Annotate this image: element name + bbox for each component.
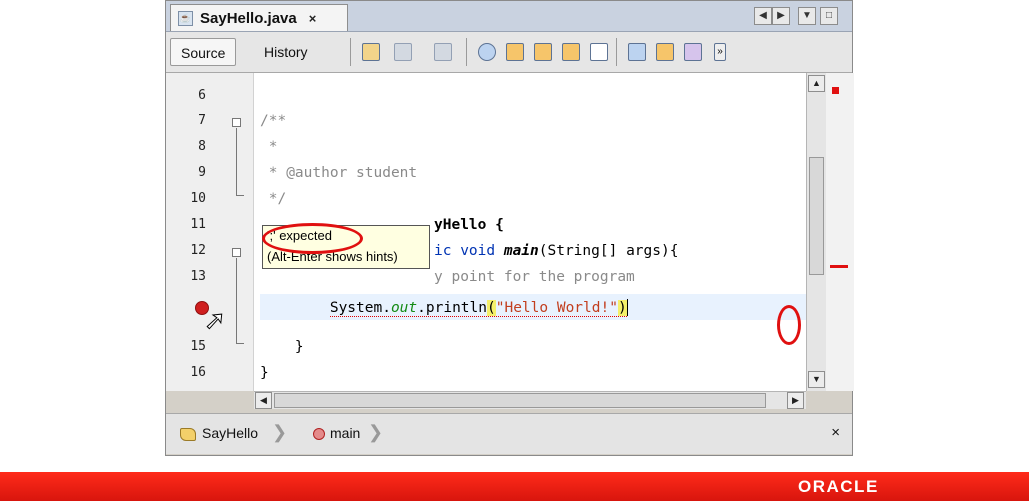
code-close-paren: ) xyxy=(617,299,627,316)
scroll-down-icon[interactable]: ▼ xyxy=(808,371,825,388)
code-line-11: yHello { xyxy=(434,217,504,233)
error-mark[interactable] xyxy=(830,265,848,268)
ide-window: ☕ SayHello.java × ◀ ▶ ▼ □ Source History… xyxy=(165,0,854,456)
scroll-up-icon[interactable]: ▲ xyxy=(808,75,825,92)
horizontal-scrollbar[interactable]: ◀ ▶ xyxy=(254,391,806,409)
last-edit-icon[interactable] xyxy=(362,43,380,61)
code-line-15: } xyxy=(260,339,304,355)
code-field-ref: out xyxy=(390,299,418,316)
scroll-right-icon[interactable]: ▶ xyxy=(787,392,804,409)
history-tab[interactable]: History xyxy=(254,38,318,66)
code-string-literal: "Hello World!" xyxy=(495,299,618,316)
scroll-tabs-right-icon[interactable]: ▶ xyxy=(772,7,790,25)
line-number: 13 xyxy=(190,269,206,284)
code-line-13: y point for the program xyxy=(434,269,635,285)
line-number-gutter: 6 7 8 9 10 11 12 13 15 16 xyxy=(166,73,254,391)
tab-list-dropdown-icon[interactable]: ▼ xyxy=(798,7,816,25)
fold-icon[interactable] xyxy=(232,248,241,257)
code-method-name: main xyxy=(503,243,539,259)
fold-guide xyxy=(236,195,244,196)
next-bookmark-icon[interactable] xyxy=(656,43,674,61)
scroll-tabs-left-icon[interactable]: ◀ xyxy=(754,7,772,25)
line-number: 6 xyxy=(198,88,206,103)
find-previous-icon[interactable] xyxy=(506,43,524,61)
editor-tab-bar: ☕ SayHello.java × ◀ ▶ ▼ □ xyxy=(166,1,852,32)
vertical-scrollbar[interactable]: ▲ ▼ xyxy=(806,73,826,391)
code-open-paren: ( xyxy=(487,299,496,316)
chevron-right-icon: ❯ xyxy=(368,422,384,442)
toolbar-overflow-icon[interactable]: » xyxy=(714,43,726,61)
code-error-statement: System.out.println("Hello World!") xyxy=(329,299,627,317)
code-line-9: * @author student xyxy=(260,165,418,181)
code-method-call: println xyxy=(425,299,487,316)
horizontal-scroll-thumb[interactable] xyxy=(274,393,766,408)
find-icon[interactable] xyxy=(478,43,496,61)
method-icon xyxy=(313,428,325,440)
code-class-ref: System. xyxy=(329,299,391,316)
oracle-logo: ORACLE xyxy=(798,477,879,496)
annotation-circle xyxy=(777,305,801,345)
code-line-14: System.out.println("Hello World!") xyxy=(260,299,628,317)
code-keyword: ic void xyxy=(434,243,504,259)
error-stripe[interactable] xyxy=(826,73,854,391)
maximize-icon[interactable]: □ xyxy=(820,7,838,25)
breadcrumb-item-method[interactable]: main xyxy=(330,425,360,441)
code-editor[interactable]: 6 7 8 9 10 11 12 13 15 16 ➚ /** * * @aut… xyxy=(166,73,806,391)
line-number: 7 xyxy=(198,113,206,128)
chevron-right-icon: ❯ xyxy=(272,422,288,442)
toggle-highlight-icon[interactable] xyxy=(562,43,580,61)
vertical-scroll-thumb[interactable] xyxy=(809,157,824,275)
scroll-left-icon[interactable]: ◀ xyxy=(255,392,272,409)
line-number: 8 xyxy=(198,139,206,154)
code-params: (String[] args){ xyxy=(538,243,679,259)
text-caret xyxy=(626,299,628,316)
line-number: 15 xyxy=(190,339,206,354)
breadcrumb-item-class[interactable]: SayHello xyxy=(202,425,258,441)
code-line-16: } xyxy=(260,365,269,381)
tab-close-icon[interactable]: × xyxy=(309,11,317,26)
forward-icon[interactable] xyxy=(434,43,452,61)
toolbar-separator xyxy=(350,38,351,66)
fold-guide xyxy=(236,128,237,196)
annotation-circle xyxy=(262,223,363,254)
mouse-pointer-icon: ➚ xyxy=(204,305,227,336)
close-breadcrumb-icon[interactable]: × xyxy=(831,424,840,441)
find-next-icon[interactable] xyxy=(534,43,552,61)
java-file-icon: ☕ xyxy=(178,10,193,26)
code-line-12: ic void main(String[] args){ xyxy=(434,243,678,259)
line-number: 16 xyxy=(190,365,206,380)
previous-bookmark-icon[interactable] xyxy=(628,43,646,61)
tab-label: SayHello.java xyxy=(200,9,297,27)
toggle-bookmark-icon[interactable] xyxy=(684,43,702,61)
line-number: 9 xyxy=(198,165,206,180)
fold-guide xyxy=(236,343,244,344)
code-line-10: */ xyxy=(260,191,287,207)
toolbar-separator xyxy=(466,38,467,66)
toolbar-separator xyxy=(616,38,617,66)
line-number: 11 xyxy=(190,217,206,232)
code-dot: . xyxy=(417,299,426,316)
class-icon xyxy=(180,428,196,441)
code-line-7: /** xyxy=(260,113,287,129)
line-number: 10 xyxy=(190,191,206,206)
code-line-8: * xyxy=(260,139,278,155)
fold-guide xyxy=(236,258,237,344)
tab-sayhello-java[interactable]: ☕ SayHello.java × xyxy=(170,4,348,31)
fold-icon[interactable] xyxy=(232,118,241,127)
line-number: 12 xyxy=(190,243,206,258)
back-icon[interactable] xyxy=(394,43,412,61)
toggle-rectangular-selection-icon[interactable] xyxy=(590,43,608,61)
oracle-footer-bar: ORACLE xyxy=(0,472,1029,501)
source-tab[interactable]: Source xyxy=(170,38,237,66)
error-summary-icon[interactable] xyxy=(832,87,839,94)
breadcrumb: SayHello ❯ main ❯ × xyxy=(166,413,852,454)
editor-toolbar: Source History » xyxy=(166,32,852,73)
